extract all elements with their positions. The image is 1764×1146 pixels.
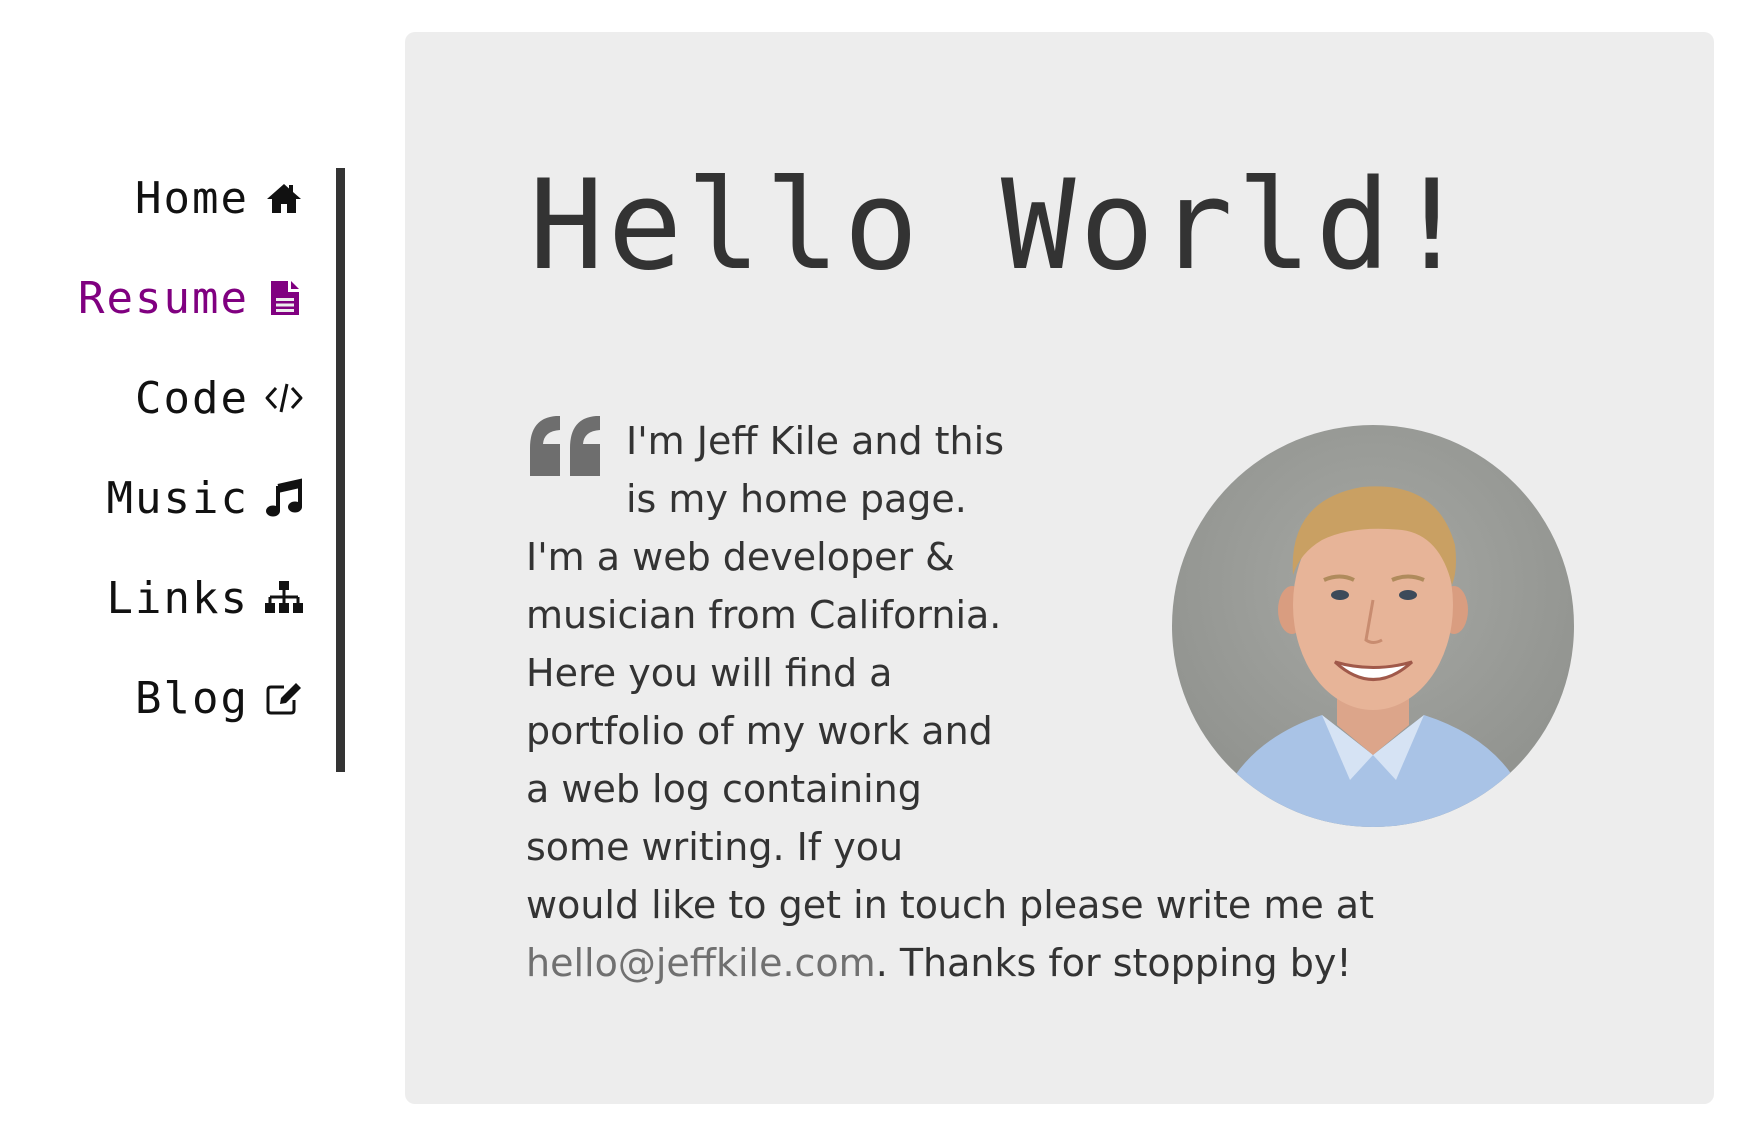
nav-item-label: Music: [106, 472, 249, 524]
nav-item-home[interactable]: Home: [135, 168, 305, 228]
edit-icon: [263, 677, 305, 719]
page-title: Hello World!: [529, 154, 1473, 298]
nav-item-label: Code: [135, 372, 249, 424]
nav-item-label: Resume: [78, 272, 249, 324]
nav-item-code[interactable]: Code: [135, 368, 305, 428]
nav-item-links[interactable]: Links: [107, 568, 305, 628]
page: Home Resume Code Music Links Blog Hello …: [0, 0, 1764, 1146]
nav-item-label: Links: [106, 572, 249, 624]
quote-spacer: [526, 412, 626, 528]
nav-item-label: Blog: [135, 672, 249, 724]
intro-text-after: . Thanks for stopping by!: [875, 941, 1352, 985]
sidebar-nav: Home Resume Code Music Links Blog: [0, 168, 345, 772]
email-link[interactable]: hello@jeffkile.com: [526, 941, 876, 985]
home-icon: [263, 177, 305, 219]
sitemap-icon: [263, 577, 305, 619]
profile-photo: [1172, 425, 1574, 827]
nav-item-label: Home: [135, 172, 249, 224]
main-panel: Hello World! I'm Jeff Kile and this is m…: [405, 32, 1714, 1104]
code-icon: [263, 377, 305, 419]
music-icon: [263, 477, 305, 519]
nav-item-blog[interactable]: Blog: [135, 668, 305, 728]
file-icon: [263, 277, 305, 319]
nav-item-resume[interactable]: Resume: [78, 268, 305, 328]
nav-item-music[interactable]: Music: [107, 468, 305, 528]
